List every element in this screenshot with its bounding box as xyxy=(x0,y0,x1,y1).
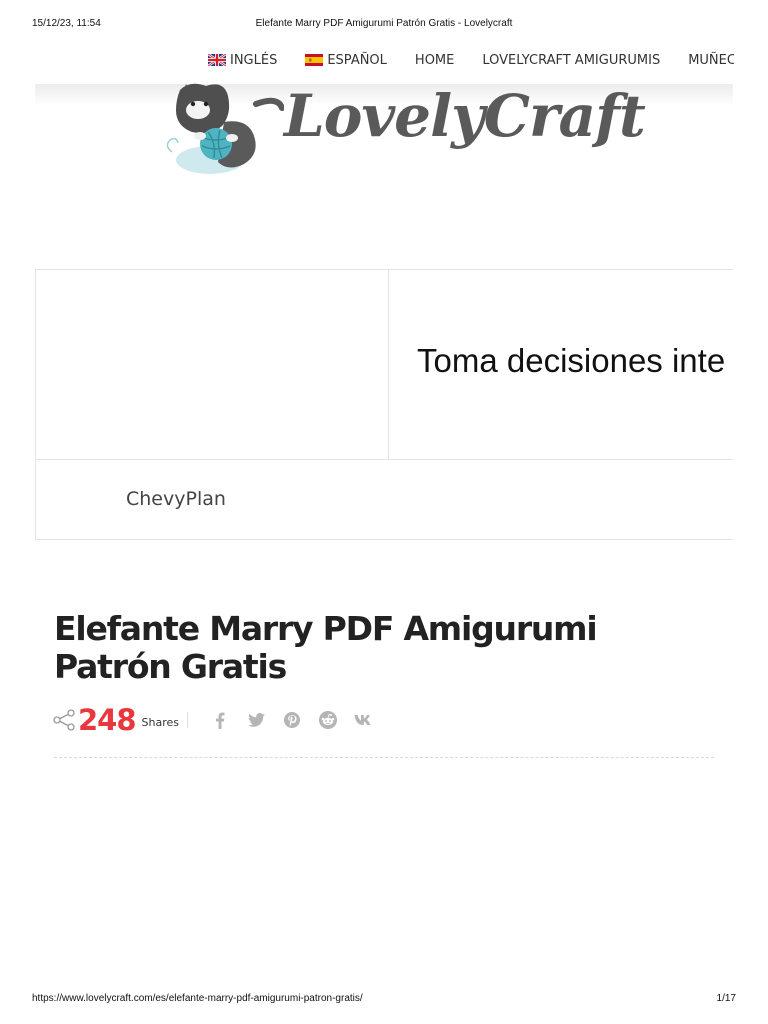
print-document-title: Elefante Marry PDF Amigurumi Patrón Grat… xyxy=(255,18,513,29)
nav-item-lovelycraft-amigurumis[interactable]: LOVELYCRAFT AMIGURUMIS xyxy=(482,48,660,72)
share-label: Shares xyxy=(141,715,180,729)
ad-brand[interactable]: ChevyPlan xyxy=(126,488,226,510)
print-header: 15/12/23, 11:54 Elefante Marry PDF Amigu… xyxy=(0,18,768,32)
print-footer: https://www.lovelycraft.com/es/elefante-… xyxy=(0,993,768,1007)
ad-banner[interactable]: Toma decisiones inte ChevyPlan xyxy=(35,269,733,540)
share-count: 248 xyxy=(78,703,137,737)
twitter-icon xyxy=(247,713,265,727)
share-facebook-button[interactable] xyxy=(202,708,238,732)
nav-item-home[interactable]: HOME xyxy=(415,48,454,72)
share-divider xyxy=(187,712,189,728)
share-pinterest-button[interactable] xyxy=(274,708,310,732)
share-icon xyxy=(53,709,75,731)
pinterest-icon xyxy=(284,712,301,728)
print-page-number: 1/17 xyxy=(716,993,736,1004)
ad-divider xyxy=(36,459,733,460)
share-bar: 248 Shares xyxy=(52,702,382,738)
uk-flag-icon xyxy=(208,54,226,66)
ad-headline[interactable]: Toma decisiones inte xyxy=(417,342,725,380)
share-vk-button[interactable] xyxy=(346,708,382,732)
ad-image-area xyxy=(36,270,389,460)
nav-item-ingles[interactable]: INGLÉS xyxy=(208,48,277,72)
reddit-icon xyxy=(319,711,338,729)
nav-item-muneca[interactable]: MUÑECA xyxy=(688,48,734,72)
nav-label: INGLÉS xyxy=(230,52,278,68)
spain-flag-icon xyxy=(305,54,324,66)
share-twitter-button[interactable] xyxy=(238,708,274,732)
top-navigation: INGLÉS ESPAÑOL HOME LOVELYCRAFT AMIGURUM… xyxy=(0,48,734,74)
share-reddit-button[interactable] xyxy=(310,708,346,732)
vk-icon xyxy=(354,715,371,725)
share-bar-divider xyxy=(54,757,714,758)
nav-label: ESPAÑOL xyxy=(327,52,387,68)
post-title: Elefante Marry PDF Amigurumi Patrón Grat… xyxy=(54,609,598,686)
site-logo[interactable]: LovelyCraft xyxy=(160,82,646,180)
print-url: https://www.lovelycraft.com/es/elefante-… xyxy=(32,993,363,1004)
facebook-icon xyxy=(216,712,225,729)
nav-item-espanol[interactable]: ESPAÑOL xyxy=(305,48,387,72)
cat-with-yarn-icon xyxy=(166,83,284,174)
logo-text: LovelyCraft xyxy=(284,82,646,150)
